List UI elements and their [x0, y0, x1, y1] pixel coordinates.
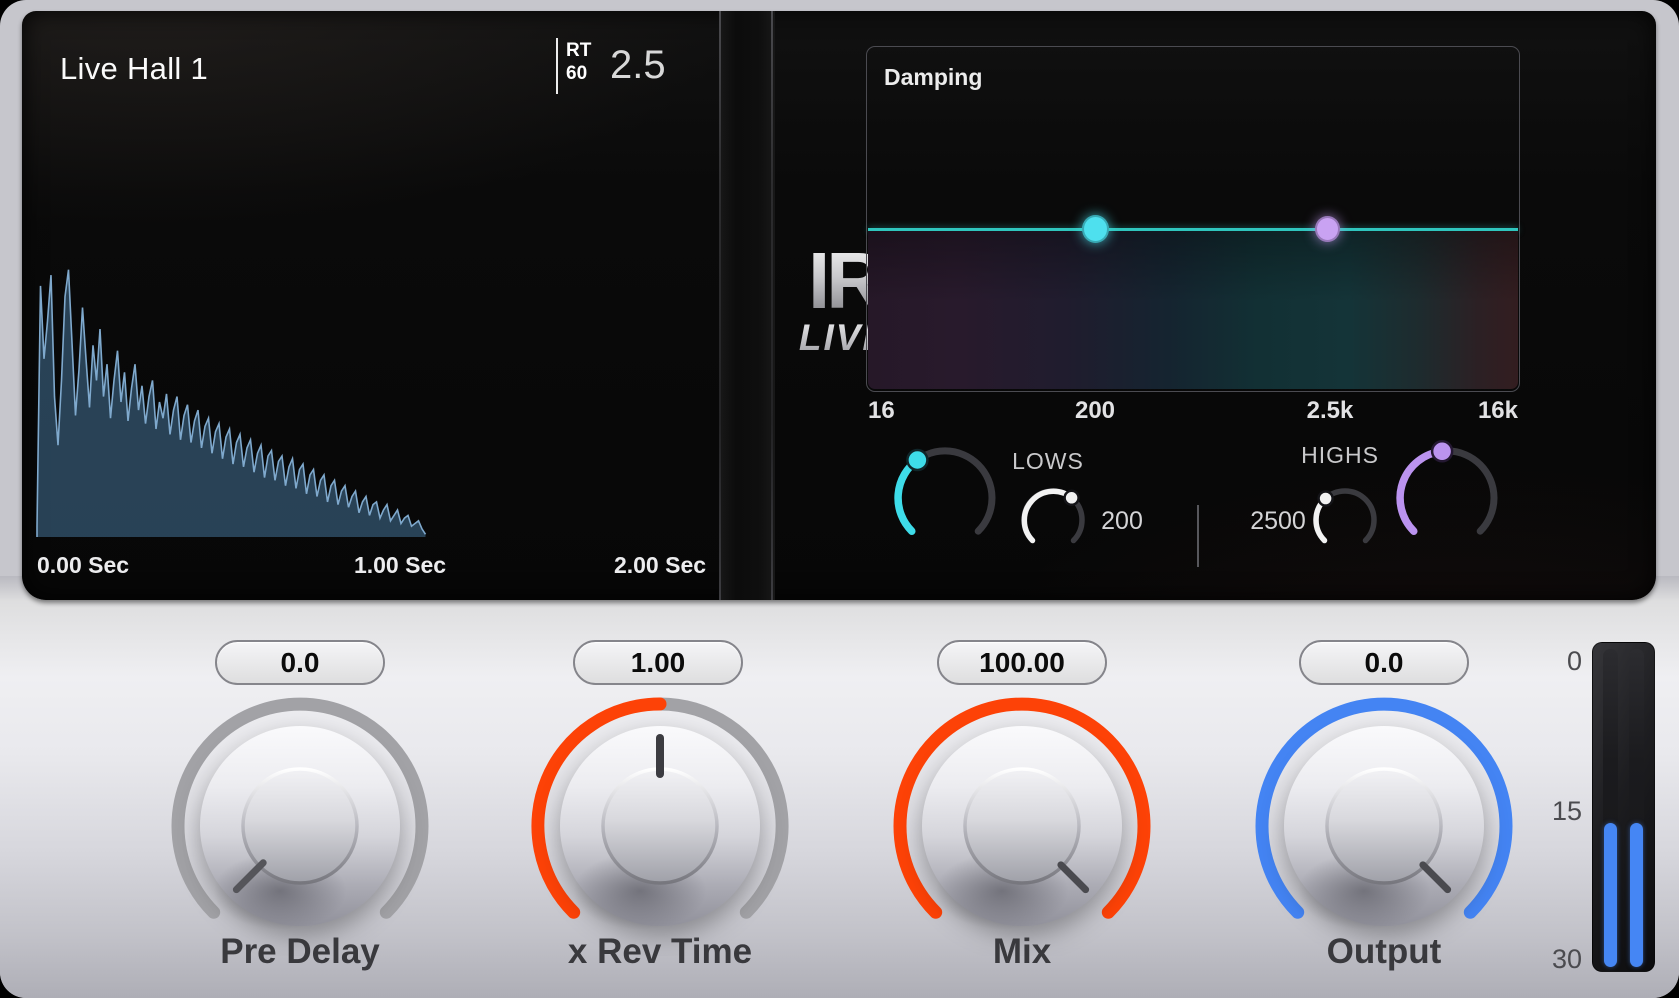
meter-scale-0: 0 — [1542, 646, 1582, 677]
highs-freq-knob[interactable] — [1387, 438, 1507, 558]
meter-bar-left — [1604, 823, 1617, 967]
preset-name[interactable]: Live Hall 1 — [60, 51, 208, 87]
time-label-1: 1.00 Sec — [340, 552, 460, 579]
output-label: Output — [1254, 932, 1514, 972]
plugin-window: Live Hall 1 RT60 2.5 0.00 Sec 1.00 Sec 2… — [0, 0, 1679, 998]
freq-tick-16k: 16k — [1452, 397, 1518, 425]
rev-time-value[interactable]: 1.00 — [573, 640, 743, 685]
rt60-divider — [556, 38, 558, 94]
output-knob[interactable] — [1254, 696, 1514, 956]
highs-amount-knob[interactable] — [1307, 482, 1383, 558]
pre-delay-value[interactable]: 0.0 — [215, 640, 385, 685]
pre-delay-knob[interactable] — [170, 696, 430, 956]
rev-time-label: x Rev Time — [530, 932, 790, 972]
highs-value[interactable]: 2500 — [1238, 507, 1318, 536]
waveform-fill — [37, 270, 426, 537]
pre-delay-label: Pre Delay — [170, 932, 430, 972]
meter-bar-right — [1630, 823, 1643, 967]
meter-scale-15: 15 — [1542, 796, 1582, 827]
rev-time-knob[interactable] — [530, 696, 790, 956]
damping-low-node[interactable] — [1082, 215, 1109, 243]
rev-time-knob-inner — [603, 769, 717, 883]
highs-amount-dot[interactable] — [1319, 492, 1333, 506]
highs-knob-arc — [1400, 451, 1442, 531]
time-label-0: 0.00 Sec — [37, 552, 129, 579]
lows-amount-dot[interactable] — [1065, 491, 1079, 505]
lows-amount-knob[interactable] — [1015, 482, 1091, 558]
screen-divider-strip — [719, 11, 775, 600]
freq-tick-2.5k: 2.5k — [1294, 397, 1366, 425]
time-label-2: 2.00 Sec — [600, 552, 720, 579]
divider-highlight-left — [719, 11, 721, 600]
mix-value[interactable]: 100.00 — [937, 640, 1107, 685]
lows-knob-dot[interactable] — [907, 450, 927, 470]
rt60-label: RT60 — [566, 39, 591, 85]
output-value[interactable]: 0.0 — [1299, 640, 1469, 685]
lows-freq-knob[interactable] — [885, 438, 1005, 558]
lows-label: LOWS — [998, 448, 1098, 475]
level-meter — [1592, 642, 1655, 972]
meter-scale-30: 30 — [1542, 944, 1582, 975]
damping-title: Damping — [884, 64, 982, 91]
highs-knob-dot[interactable] — [1432, 441, 1452, 461]
freq-tick-200: 200 — [1062, 397, 1128, 425]
divider-highlight-right — [771, 11, 773, 600]
mix-label: Mix — [892, 932, 1152, 972]
damping-high-node[interactable] — [1315, 216, 1340, 242]
lows-value[interactable]: 200 — [1082, 507, 1162, 536]
lows-highs-divider — [1197, 505, 1199, 567]
rt60-value: 2.5 — [610, 43, 666, 88]
freq-tick-16: 16 — [868, 397, 895, 425]
highs-label: HIGHS — [1290, 442, 1390, 469]
impulse-response-waveform — [32, 261, 732, 551]
damping-curve-fill — [868, 231, 1518, 389]
mix-knob[interactable] — [892, 696, 1152, 956]
display-screen: Live Hall 1 RT60 2.5 0.00 Sec 1.00 Sec 2… — [22, 11, 1656, 600]
